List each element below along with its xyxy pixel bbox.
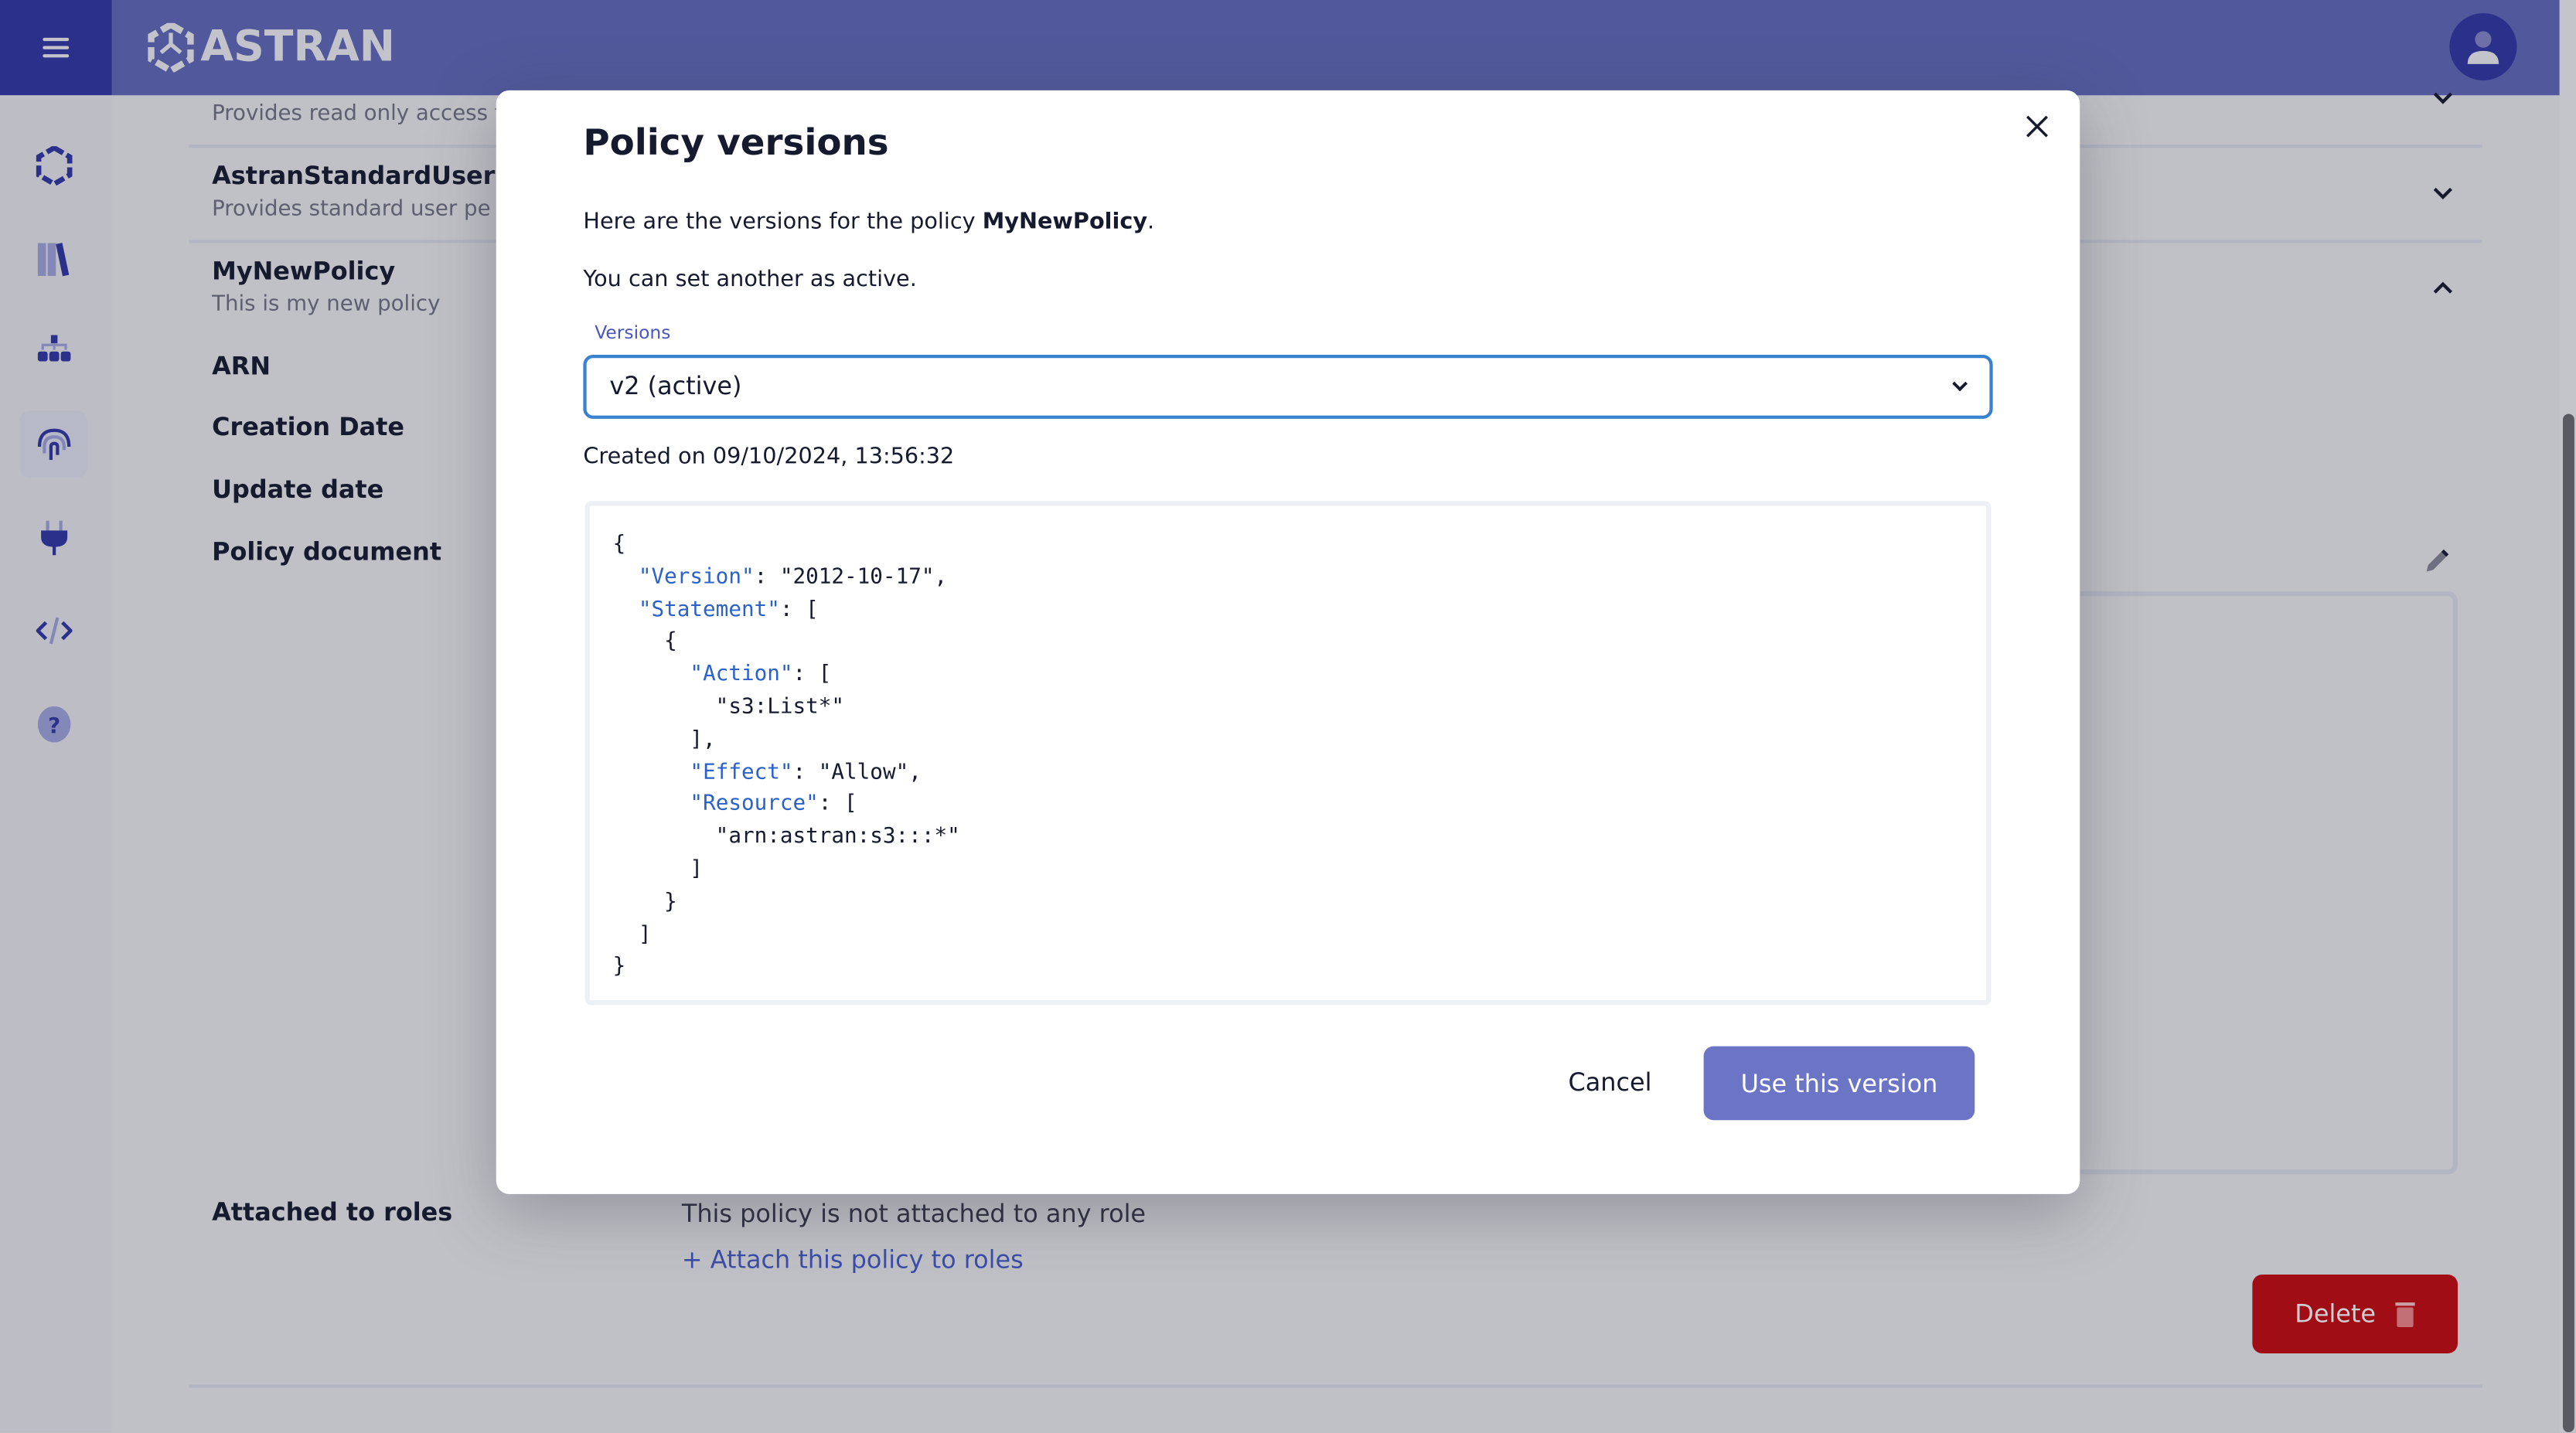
brand-logo[interactable]: ASTRAN — [148, 20, 395, 76]
chevron-down-icon[interactable] — [2430, 86, 2456, 112]
policy-description: Provides standard user pe — [212, 197, 491, 222]
intro-suffix: . — [1147, 208, 1155, 235]
svg-text:?: ? — [47, 712, 60, 737]
doc-resource: arn:astran:s3:::* — [728, 825, 948, 849]
scrollbar-thumb[interactable] — [2563, 414, 2574, 1432]
arn-label: ARN — [212, 351, 271, 381]
use-this-version-button[interactable]: Use this version — [1703, 1046, 1975, 1121]
policy-name[interactable]: MyNewPolicy — [212, 257, 395, 286]
selected-version: v2 (active) — [609, 371, 742, 401]
astran-logo-icon — [35, 145, 72, 186]
user-avatar-button[interactable] — [2449, 13, 2517, 81]
sidebar-item-home[interactable] — [20, 131, 87, 199]
dialog-intro: Here are the versions for the policy MyN… — [583, 209, 1154, 235]
dialog-hint: You can set another as active. — [583, 266, 917, 293]
help-icon: ? — [36, 705, 70, 742]
policy-versions-dialog: Policy versions Here are the versions fo… — [496, 90, 2080, 1194]
cancel-button[interactable]: Cancel — [1528, 1050, 1692, 1115]
app-root: ASTRAN ? Provides read only access t Ast… — [0, 0, 2576, 1432]
policy-name: MyNewPolicy — [982, 208, 1148, 235]
policy-document-label: Policy document — [212, 536, 442, 567]
menu-button[interactable] — [0, 0, 112, 96]
chevron-down-icon[interactable] — [2430, 181, 2456, 207]
sidebar-item-organization[interactable] — [20, 317, 87, 384]
policy-document-box — [2073, 591, 2458, 1175]
divider — [189, 1384, 2482, 1388]
sidebar: ? — [0, 95, 112, 1432]
code-icon — [35, 616, 72, 644]
close-icon[interactable] — [2021, 110, 2054, 143]
sidebar-item-policies[interactable] — [19, 410, 87, 478]
policy-name[interactable]: AstranStandardUser — [212, 161, 495, 190]
chevron-up-icon[interactable] — [2430, 276, 2456, 302]
policy-description: This is my new policy — [212, 292, 441, 318]
versions-select[interactable]: v2 (active) — [583, 355, 1993, 419]
created-on: Created on 09/10/2024, 13:56:32 — [583, 443, 955, 470]
policy-document-code: { "Version": "2012-10-17", "Statement": … — [584, 501, 1992, 1006]
attach-roles-link[interactable]: + Attach this policy to roles — [682, 1245, 1024, 1275]
doc-version: 2012-10-17 — [792, 564, 922, 590]
plug-icon — [40, 519, 67, 555]
hamburger-icon — [43, 37, 70, 58]
attached-roles-label: Attached to roles — [212, 1197, 453, 1227]
trash-icon — [2395, 1302, 2416, 1327]
delete-button[interactable]: Delete — [2252, 1275, 2458, 1353]
delete-label: Delete — [2295, 1299, 2377, 1329]
policy-description: Provides read only access t — [212, 101, 503, 127]
attached-roles-text: This policy is not attached to any role — [681, 1199, 1147, 1229]
doc-action: s3:List* — [728, 694, 832, 720]
sidebar-item-integrations[interactable] — [20, 504, 87, 571]
dialog-title: Policy versions — [583, 123, 889, 165]
sidebar-item-help[interactable]: ? — [20, 690, 87, 757]
sidebar-item-library[interactable] — [20, 225, 87, 292]
update-date-label: Update date — [212, 475, 384, 505]
brand-name: ASTRAN — [200, 22, 396, 73]
library-icon — [36, 242, 69, 276]
user-icon — [2467, 31, 2499, 64]
versions-label: Versions — [595, 322, 671, 344]
fingerprint-icon — [36, 427, 70, 459]
creation-date-label: Creation Date — [212, 412, 405, 442]
intro-text: Here are the versions for the policy — [583, 208, 983, 235]
sidebar-item-developer[interactable] — [20, 596, 87, 663]
doc-effect: Allow — [831, 759, 896, 785]
hierarchy-icon — [36, 334, 70, 361]
edit-pencil-icon[interactable] — [2421, 547, 2451, 577]
astran-logo-icon — [148, 22, 194, 73]
chevron-down-icon — [1952, 381, 1968, 392]
